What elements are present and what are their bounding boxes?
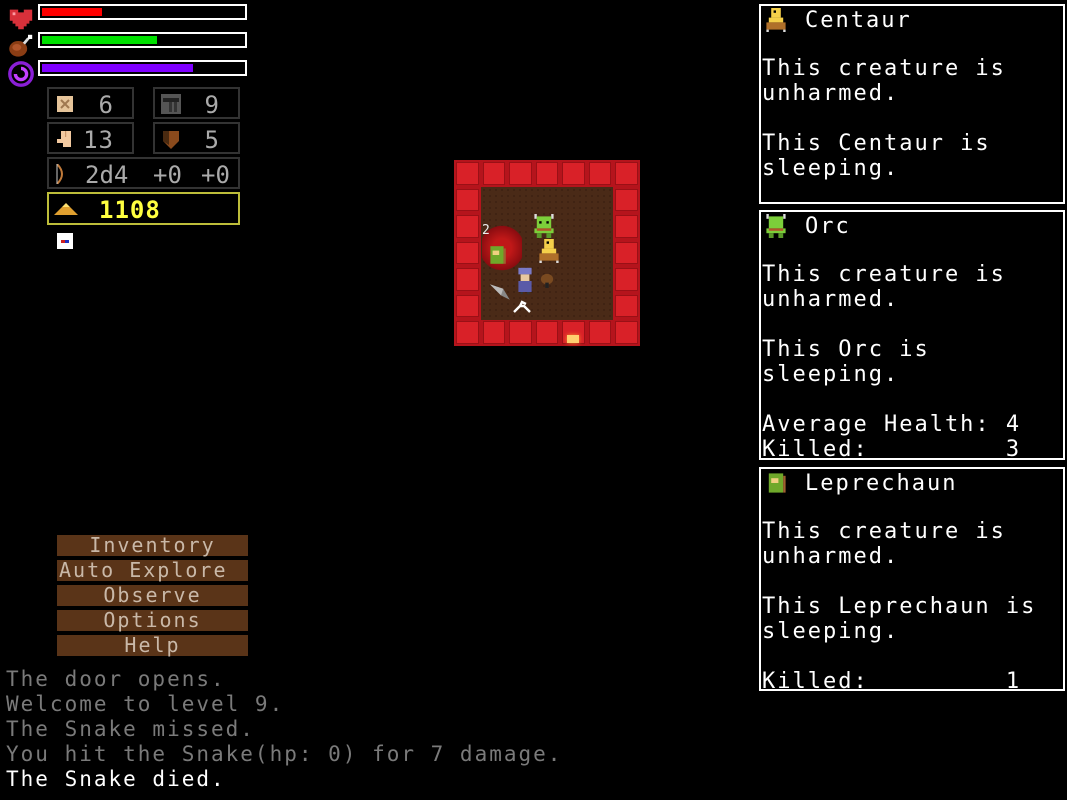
wall-tile: [615, 241, 638, 264]
weapon-dice: 2d4: [85, 161, 129, 189]
options-button[interactable]: Options: [57, 610, 248, 631]
wall-tile: [615, 268, 638, 291]
creature-description-line: sleeping.: [762, 362, 900, 387]
log-message: You hit the Snake(hp: 0) for 7 damage.: [6, 742, 563, 766]
creature-name: Leprechaun: [805, 471, 958, 496]
gold-stat: 1108: [47, 192, 240, 225]
wall-tile: [509, 162, 532, 185]
creature-description-line: Average Health: 4: [762, 412, 1022, 437]
dungeon-room[interactable]: 2: [454, 160, 640, 346]
torch-light: [567, 335, 579, 343]
auto-explore-button[interactable]: Auto Explore: [57, 560, 248, 581]
health-bar: [38, 4, 247, 20]
observe-button[interactable]: Observe: [57, 585, 248, 606]
arrow-item[interactable]: [490, 280, 512, 302]
orc-sprite[interactable]: [532, 213, 556, 239]
wall-tile: [615, 188, 638, 211]
floor-marker: 2: [482, 223, 490, 238]
wall-tile: [456, 162, 479, 185]
heart-icon: [9, 9, 33, 30]
centaur-sprite[interactable]: [537, 238, 561, 264]
wall-tile: [456, 188, 479, 211]
wall-tile: [535, 162, 558, 185]
wall-tile: [456, 215, 479, 238]
wall-tile: [562, 162, 585, 185]
creature-description-line: unharmed.: [762, 544, 900, 569]
leprechaun-sprite[interactable]: [486, 243, 508, 267]
creature-description-line: Killed: 1: [762, 669, 1022, 694]
wall-tile: [615, 215, 638, 238]
wall-tile: [456, 294, 479, 317]
orc-icon: [766, 214, 786, 238]
weapon-stat: 2d4 +0 +0: [47, 157, 240, 189]
help-button[interactable]: Help: [57, 635, 248, 656]
shield-icon: [163, 131, 179, 149]
log-message: Welcome to level 9.: [6, 692, 285, 716]
strength-value: 13: [83, 126, 114, 154]
bones-item[interactable]: [512, 298, 532, 314]
creature-description-line: Killed: 3: [762, 437, 1022, 462]
creature-name: Centaur: [805, 8, 912, 33]
gold-value: 1108: [99, 196, 161, 224]
mana-bar-fill: [42, 64, 193, 72]
creature-name: Orc: [805, 214, 851, 239]
food-item[interactable]: [540, 272, 554, 288]
creature-description-line: sleeping.: [762, 156, 900, 181]
scroll-value: 6: [98, 91, 114, 119]
player-wizard-sprite[interactable]: [514, 267, 536, 295]
bow-icon: [56, 164, 63, 184]
weapon-hit-bonus: +0: [153, 161, 182, 189]
wall-tile: [615, 321, 638, 344]
wall-tile: [588, 321, 611, 344]
armor-value: 5: [204, 126, 220, 154]
gold-pile-icon: [54, 203, 78, 215]
fist-icon: [57, 131, 71, 147]
wall-tile: [535, 321, 558, 344]
wall-tile: [615, 294, 638, 317]
log-message: The door opens.: [6, 667, 226, 691]
centaur-icon: [766, 8, 786, 32]
log-message: The Snake died.: [6, 767, 226, 791]
hunger-bar: [38, 32, 247, 48]
meat-icon: [9, 34, 33, 57]
wall-tile: [615, 162, 638, 185]
creature-description-line: This Orc is: [762, 337, 930, 362]
creature-description-line: This Centaur is: [762, 131, 991, 156]
creature-description-line: This creature is: [762, 519, 1006, 544]
creature-description-line: This creature is: [762, 262, 1006, 287]
creature-description-line: sleeping.: [762, 619, 900, 644]
health-bar-fill: [42, 8, 103, 16]
wall-tile: [482, 321, 505, 344]
leprechaun-icon: [768, 473, 786, 493]
weapon-damage-bonus: +0: [201, 161, 230, 189]
wall-tile: [456, 268, 479, 291]
mana-bar: [38, 60, 247, 76]
wall-tile: [456, 321, 479, 344]
log-message: The Snake missed.: [6, 717, 255, 741]
strength-stat: 13: [47, 122, 134, 154]
depth-stat: 9: [153, 87, 240, 119]
armor-stat: 5: [153, 122, 240, 154]
scroll-icon: [57, 96, 73, 112]
wall-tile: [509, 321, 532, 344]
creature-description-line: This Leprechaun is: [762, 594, 1037, 619]
creature-panel-centaur[interactable]: Centaur This creature is unharmed. This Ce…: [759, 4, 1065, 204]
depth-value: 9: [204, 91, 220, 119]
wall-tile: [588, 162, 611, 185]
creature-panel-leprechaun[interactable]: Leprechaun This creature is unharmed. This…: [759, 467, 1065, 694]
stairs-icon: [161, 94, 181, 114]
creature-panel-orc[interactable]: Orc This creature is unharmed. This Orc is…: [759, 210, 1065, 462]
wall-tile: [482, 162, 505, 185]
scroll-stat: 6: [47, 87, 134, 119]
hunger-bar-fill: [42, 36, 157, 44]
creature-description-line: unharmed.: [762, 81, 900, 106]
spiral-icon: [8, 61, 34, 87]
wall-tile: [456, 241, 479, 264]
creature-description-line: This creature is: [762, 56, 1006, 81]
inventory-button[interactable]: Inventory: [57, 535, 248, 556]
status-effect-icon: [57, 233, 73, 249]
creature-description-line: unharmed.: [762, 287, 900, 312]
